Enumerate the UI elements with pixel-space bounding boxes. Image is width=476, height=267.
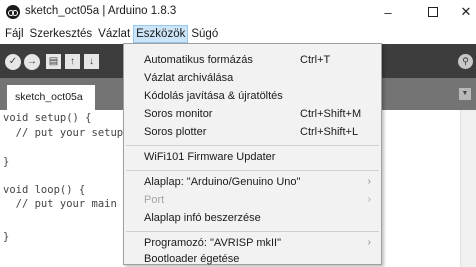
menu-item-shortcut: Ctrl+T xyxy=(300,54,331,66)
menu-item-label: WiFi101 Firmware Updater xyxy=(144,151,276,163)
menu-item-label: Alaplap: "Arduino/Genuino Uno" xyxy=(144,176,301,188)
code-line: } xyxy=(3,156,10,168)
magnifier-icon: ⚲ xyxy=(462,56,469,66)
serial-monitor-button[interactable]: ⚲ xyxy=(458,54,473,69)
menu-item-serial-monitor[interactable]: Soros monitor Ctrl+Shift+M xyxy=(124,105,381,123)
new-file-icon: ▤ xyxy=(48,56,59,67)
title-bar: sketch_oct05a | Arduino 1.8.3 – ✕ xyxy=(0,0,476,24)
tab-menu-button[interactable]: ▼ xyxy=(459,88,471,100)
arrow-right-icon: → xyxy=(27,56,37,67)
menu-separator xyxy=(126,145,379,146)
code-line: } xyxy=(3,231,10,243)
close-button[interactable]: ✕ xyxy=(446,0,476,24)
menu-item-auto-format[interactable]: Automatikus formázás Ctrl+T xyxy=(124,51,381,69)
menu-item-label: Automatikus formázás xyxy=(144,54,253,66)
window-title: sketch_oct05a | Arduino 1.8.3 xyxy=(25,5,177,17)
menu-separator xyxy=(126,170,379,171)
tab-sketch[interactable]: sketch_oct05a xyxy=(7,85,95,110)
code-line: void loop() { xyxy=(3,184,86,196)
menu-item-archive-sketch[interactable]: Vázlat archiválása xyxy=(124,69,381,87)
submenu-arrow-icon: › xyxy=(367,176,371,187)
new-sketch-button[interactable]: ▤ xyxy=(46,54,61,69)
menu-tools[interactable]: Eszközök xyxy=(133,25,189,43)
menu-item-label: Alaplap infó beszerzése xyxy=(144,212,261,224)
menu-item-shortcut: Ctrl+Shift+M xyxy=(300,108,362,120)
editor-scrollbar[interactable] xyxy=(460,110,476,267)
maximize-icon xyxy=(428,7,438,17)
menu-bar: Fájl Szerkesztés Vázlat Eszközök Súgó xyxy=(0,24,476,44)
upload-button[interactable]: → xyxy=(24,54,40,70)
open-sketch-button[interactable]: ↑ xyxy=(65,54,80,69)
menu-help[interactable]: Súgó xyxy=(189,26,220,42)
menu-item-label: Bootloader égetése xyxy=(144,253,240,265)
verify-button[interactable]: ✓ xyxy=(5,54,21,70)
menu-item-port: Port › xyxy=(124,191,381,209)
menu-file[interactable]: Fájl xyxy=(3,26,26,42)
triangle-down-icon: ▼ xyxy=(461,90,469,97)
submenu-arrow-icon: › xyxy=(367,194,371,205)
minimize-button[interactable]: – xyxy=(368,0,408,24)
menu-item-wifi101-firmware-updater[interactable]: WiFi101 Firmware Updater xyxy=(124,148,381,166)
code-line: void setup() { xyxy=(3,112,92,124)
menu-item-shortcut: Ctrl+Shift+L xyxy=(300,126,359,138)
menu-separator xyxy=(126,231,379,232)
menu-item-burn-bootloader[interactable]: Bootloader égetése xyxy=(124,250,381,267)
menu-item-label: Soros monitor xyxy=(144,108,213,120)
menu-item-label: Port xyxy=(144,194,165,206)
menu-item-board[interactable]: Alaplap: "Arduino/Genuino Uno" › xyxy=(124,173,381,191)
checkmark-icon: ✓ xyxy=(8,56,18,67)
tools-dropdown-menu: Automatikus formázás Ctrl+T Vázlat archi… xyxy=(123,43,382,265)
menu-item-get-board-info[interactable]: Alaplap infó beszerzése xyxy=(124,209,381,227)
menu-sketch[interactable]: Vázlat xyxy=(96,26,132,42)
arduino-logo-icon xyxy=(6,5,20,19)
menu-item-label: Vázlat archiválása xyxy=(144,72,234,84)
menu-item-serial-plotter[interactable]: Soros plotter Ctrl+Shift+L xyxy=(124,123,381,141)
arrow-down-icon: ↓ xyxy=(89,56,94,67)
menu-item-fix-encoding[interactable]: Kódolás javítása & újratöltés xyxy=(124,87,381,105)
menu-item-label: Soros plotter xyxy=(144,126,207,138)
arrow-up-icon: ↑ xyxy=(70,56,75,67)
menu-edit[interactable]: Szerkesztés xyxy=(28,26,95,42)
menu-item-label: Kódolás javítása & újratöltés xyxy=(144,90,283,102)
save-sketch-button[interactable]: ↓ xyxy=(84,54,99,69)
